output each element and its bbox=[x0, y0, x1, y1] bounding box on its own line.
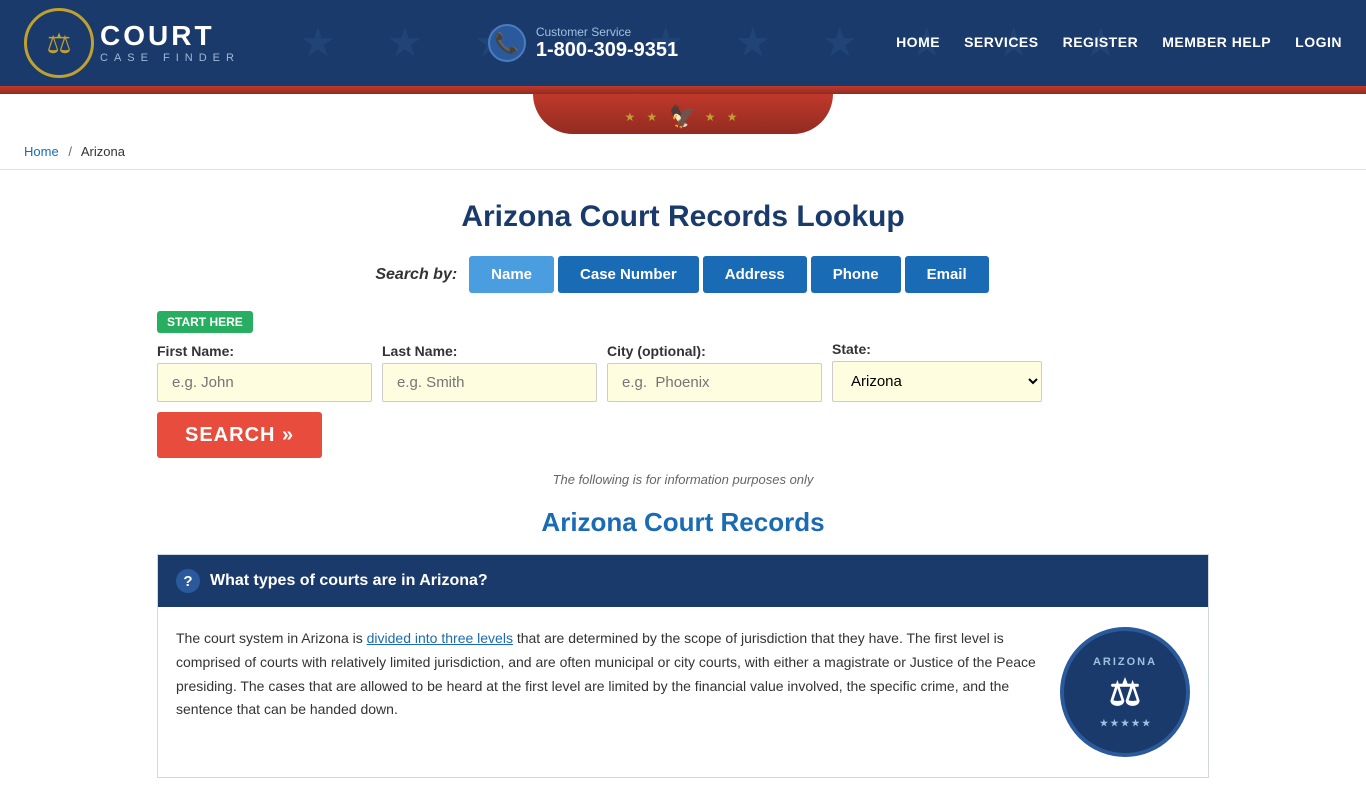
nav-services[interactable]: SERVICES bbox=[964, 30, 1039, 56]
header-red-stripe bbox=[0, 86, 1366, 94]
breadcrumb-current: Arizona bbox=[81, 144, 125, 159]
faq-item: ? What types of courts are in Arizona? T… bbox=[157, 554, 1209, 778]
first-name-input[interactable] bbox=[157, 363, 372, 402]
cs-text: Customer Service 1-800-309-9351 bbox=[536, 25, 678, 62]
nav-login[interactable]: LOGIN bbox=[1295, 30, 1342, 56]
cs-phone: 1-800-309-9351 bbox=[536, 39, 678, 62]
search-form-container: START HERE First Name: Last Name: City (… bbox=[157, 311, 1209, 458]
tab-address[interactable]: Address bbox=[703, 256, 807, 293]
search-button[interactable]: SEARCH » bbox=[157, 412, 322, 458]
seal-emblem: ⚖ bbox=[1109, 672, 1141, 714]
seal-text-bottom: ★ ★ ★ ★ ★ bbox=[1100, 718, 1150, 729]
stars-left: ★ ★ bbox=[624, 110, 661, 124]
arizona-seal: ARIZONA ⚖ ★ ★ ★ ★ ★ bbox=[1060, 627, 1190, 757]
faq-question-text: What types of courts are in Arizona? bbox=[210, 572, 488, 590]
breadcrumb-home[interactable]: Home bbox=[24, 144, 59, 159]
state-select[interactable]: Arizona bbox=[832, 361, 1042, 402]
seal-text-top: ARIZONA bbox=[1093, 656, 1157, 668]
faq-answer-link[interactable]: divided into three levels bbox=[367, 630, 513, 646]
tab-phone[interactable]: Phone bbox=[811, 256, 901, 293]
nav-member-help[interactable]: MEMBER HELP bbox=[1162, 30, 1271, 56]
main-nav: HOME SERVICES REGISTER MEMBER HELP LOGIN bbox=[896, 30, 1342, 56]
last-name-input[interactable] bbox=[382, 363, 597, 402]
breadcrumb: Home / Arizona bbox=[0, 134, 1366, 170]
stars-right: ★ ★ bbox=[705, 110, 742, 124]
phone-icon: 📞 bbox=[488, 24, 526, 62]
start-here-badge: START HERE bbox=[157, 311, 253, 333]
page-title: Arizona Court Records Lookup bbox=[157, 200, 1209, 234]
faq-question-icon: ? bbox=[176, 569, 200, 593]
first-name-label: First Name: bbox=[157, 343, 372, 359]
faq-answer-text: The court system in Arizona is divided i… bbox=[176, 627, 1040, 757]
main-content: Arizona Court Records Lookup Search by: … bbox=[133, 170, 1233, 798]
logo-area: ⚖ COURT CASE FINDER bbox=[24, 8, 240, 78]
tab-case-number[interactable]: Case Number bbox=[558, 256, 699, 293]
logo-court-text: COURT bbox=[100, 22, 240, 50]
tab-email[interactable]: Email bbox=[905, 256, 989, 293]
nav-home[interactable]: HOME bbox=[896, 30, 940, 56]
city-input[interactable] bbox=[607, 363, 822, 402]
logo-case-finder-text: CASE FINDER bbox=[100, 52, 240, 64]
last-name-group: Last Name: bbox=[382, 343, 597, 402]
city-group: City (optional): bbox=[607, 343, 822, 402]
info-note: The following is for information purpose… bbox=[157, 472, 1209, 487]
search-by-row: Search by: Name Case Number Address Phon… bbox=[157, 254, 1209, 295]
customer-service: 📞 Customer Service 1-800-309-9351 bbox=[488, 24, 678, 62]
site-header: ★ ★ ★ ★ ★ ★ ★ ★ ★ ★ ⚖ COURT CASE FINDER … bbox=[0, 0, 1366, 86]
faq-body: The court system in Arizona is divided i… bbox=[158, 607, 1208, 777]
breadcrumb-separator: / bbox=[68, 144, 72, 159]
cs-label: Customer Service bbox=[536, 25, 678, 39]
tab-name[interactable]: Name bbox=[469, 256, 554, 293]
search-by-label: Search by: bbox=[375, 266, 457, 284]
last-name-label: Last Name: bbox=[382, 343, 597, 359]
nav-register[interactable]: REGISTER bbox=[1063, 30, 1139, 56]
faq-answer-part1: The court system in Arizona is bbox=[176, 630, 367, 646]
eagle-inner: ★ ★ 🦅 ★ ★ bbox=[604, 100, 761, 134]
logo-icon: ⚖ bbox=[24, 8, 94, 78]
state-label: State: bbox=[832, 341, 1042, 357]
city-label: City (optional): bbox=[607, 343, 822, 359]
first-name-group: First Name: bbox=[157, 343, 372, 402]
seal-inner: ARIZONA ⚖ ★ ★ ★ ★ ★ bbox=[1093, 656, 1157, 729]
faq-header[interactable]: ? What types of courts are in Arizona? bbox=[158, 555, 1208, 607]
eagle-icon: 🦅 bbox=[669, 104, 696, 130]
eagle-banner: ★ ★ 🦅 ★ ★ bbox=[0, 94, 1366, 134]
logo-text: COURT CASE FINDER bbox=[100, 22, 240, 64]
state-group: State: Arizona bbox=[832, 341, 1042, 402]
search-form-row: First Name: Last Name: City (optional): … bbox=[157, 341, 1209, 458]
section-heading: Arizona Court Records bbox=[157, 507, 1209, 538]
